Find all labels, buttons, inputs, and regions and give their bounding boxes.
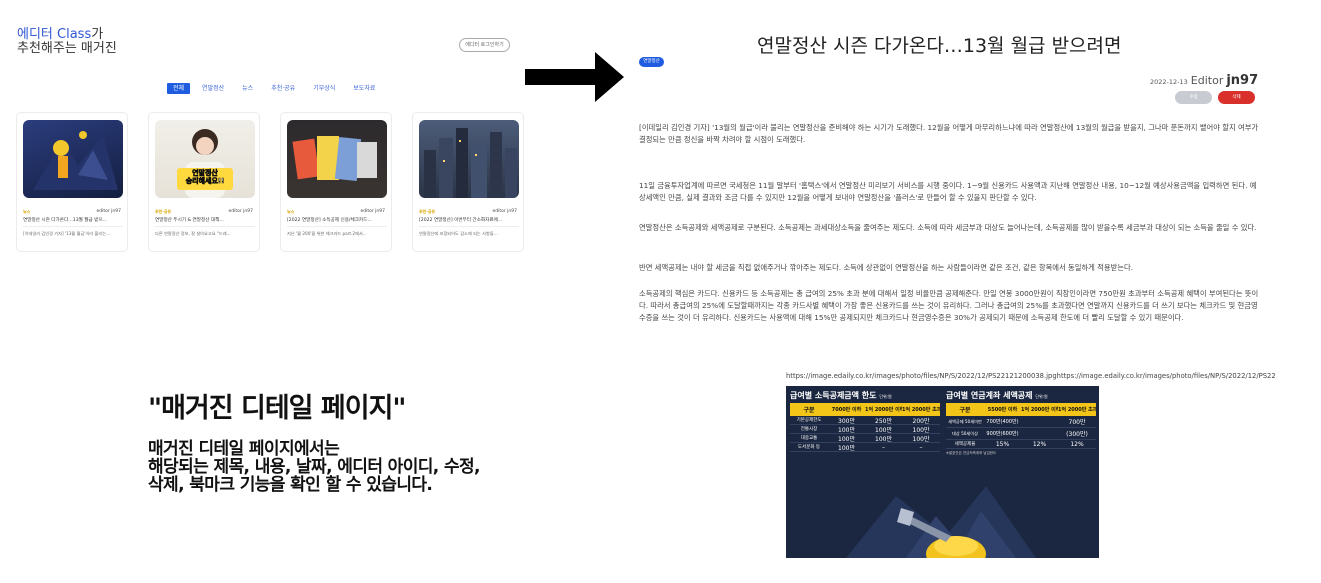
caption-line: 해당되는 제목, 내용, 날짜, 에디터 아이디, 수정, xyxy=(148,457,481,477)
card-thumbnail xyxy=(23,120,123,198)
article-paragraph: 연말정산은 소득공제와 세액공제로 구분된다. 소득공제는 과세대상소득을 줄여… xyxy=(639,223,1257,232)
magazine-card[interactable]: 연말정산 승리해세요!! 추천·공유 editor jn97 연말정산 뚜시기 … xyxy=(148,112,260,252)
card-title: [2022 연말정산] 소득공제 신용/체크카드... xyxy=(287,218,372,223)
card-divider xyxy=(419,226,519,227)
editor-label: Editor xyxy=(1190,74,1224,87)
slide: 에디터 Class가 추천해주는 매거진 에디터 로그인하기 전체 연말정산 뉴… xyxy=(0,0,1321,583)
card-thumbnail xyxy=(287,120,387,198)
card-thumbnail-text: 연말정산 승리해세요!! xyxy=(185,169,225,186)
header-highlight: 에디터 Class xyxy=(17,27,92,42)
card-category: 뉴스 xyxy=(287,209,295,214)
login-button[interactable]: 에디터 로그인하기 xyxy=(459,38,510,52)
transition-arrow-icon xyxy=(525,52,624,102)
infographic-illustration xyxy=(846,486,1036,558)
category-badge: 연말정산 xyxy=(639,57,664,67)
card-divider xyxy=(287,226,387,227)
card-author: editor jn97 xyxy=(360,209,385,214)
magazine-card[interactable]: 추천·공유 editor jn97 [2022 연말정산] 이번부터 간소화자료… xyxy=(412,112,524,252)
card-thumbnail xyxy=(419,120,519,198)
card-thumbnail: 연말정산 승리해세요!! xyxy=(155,120,255,198)
card-divider xyxy=(23,226,123,227)
tab-news[interactable]: 뉴스 xyxy=(236,83,259,94)
editor-id: jn97 xyxy=(1226,73,1259,88)
image-url-text: https://image.edaily.co.kr/images/photo/… xyxy=(786,372,1275,380)
tab-donation[interactable]: 기부상식 xyxy=(307,83,341,94)
tab-press[interactable]: 보도자료 xyxy=(347,83,381,94)
article-paragraph: 11일 금융투자업계에 따르면 국세청은 11월 말부터 '홈택스'에서 연말정… xyxy=(639,181,1257,202)
tab-year-end-tax[interactable]: 연말정산 xyxy=(196,83,230,94)
card-category: 추천·공유 xyxy=(155,209,172,214)
article-date: 2022-12-13 xyxy=(1150,78,1188,86)
magazine-card[interactable]: 뉴스 editor jn97 [2022 연말정산] 소득공제 신용/체크카드.… xyxy=(280,112,392,252)
card-divider xyxy=(155,226,255,227)
slide-caption-title: "매거진 디테일 페이지" xyxy=(148,393,406,424)
card-summary: 지난 '월 200'을 위한 체크카드 part.2에서... xyxy=(287,231,367,236)
article-meta: 2022-12-13 Editor jn97 xyxy=(1150,69,1258,88)
delete-button[interactable]: 삭제 xyxy=(1218,91,1255,104)
caption-line: 삭제, 북마크 기능을 확인 할 수 있습니다. xyxy=(148,475,433,495)
caption-line: 매거진 디테일 페이지에서는 xyxy=(148,439,340,459)
card-category: 추천·공유 xyxy=(419,209,436,214)
card-author: editor jn97 xyxy=(228,209,253,214)
article-title: 연말정산 시즌 다가온다…13월 월급 받으려면 xyxy=(757,35,1122,57)
tab-all[interactable]: 전체 xyxy=(167,83,191,94)
card-author: editor jn97 xyxy=(96,209,121,214)
magazine-card[interactable]: 뉴스 editor jn97 연말정산 시즌 다가온다…13월 월급 받으...… xyxy=(16,112,128,252)
tab-recommend[interactable]: 추천·공유 xyxy=(265,83,301,94)
card-title: 연말정산 시즌 다가온다…13월 월급 받으... xyxy=(23,218,108,223)
edit-button[interactable]: 수정 xyxy=(1175,91,1212,104)
article-paragraph: 소득공제의 핵심은 카드다. 신용카드 등 소득공제는 총 급여의 25% 초과… xyxy=(639,289,1259,322)
article-paragraph: 반면 세액공제는 내야 할 세금을 직접 없애주거나 깎아주는 제도다. 소득에… xyxy=(639,263,1134,272)
category-tabs: 전체 연말정산 뉴스 추천·공유 기부상식 보도자료 xyxy=(167,83,387,94)
card-author: editor jn97 xyxy=(492,209,517,214)
card-summary: 다른 연말정산 정보, 잘 살아요고요 "드래... xyxy=(155,231,231,236)
site-header: 에디터 Class가 추천해주는 매거진 xyxy=(17,28,117,56)
header-line2: 추천해주는 매거진 xyxy=(17,41,117,56)
header-rest: 가 xyxy=(91,27,104,42)
card-summary: [이데일리 김인경 기자] '13월 월급'이라 불리는... xyxy=(23,231,111,236)
card-title: [2022 연말정산] 이번부터 간소화자료에... xyxy=(419,218,503,223)
card-title: 연말정산 뚜시기 & 연말정산 대책... xyxy=(155,218,224,223)
card-category: 뉴스 xyxy=(23,209,31,214)
article-paragraph: [이데일리 김인경 기자] '13월의 월급'이라 불리는 연말정산을 준비해야… xyxy=(639,123,1259,144)
article-infographic: 급여별 소득공제금액 한도 단위:원 급여별 연금계좌 세액공제 단위:원 구분… xyxy=(786,386,1099,558)
slide-caption-body: 매거진 디테일 페이지에서는 해당되는 제목, 내용, 날짜, 에디터 아이디,… xyxy=(148,439,481,495)
card-summary: 연말정산에 포함되어도 감소에 되는 사항들... xyxy=(419,231,498,236)
